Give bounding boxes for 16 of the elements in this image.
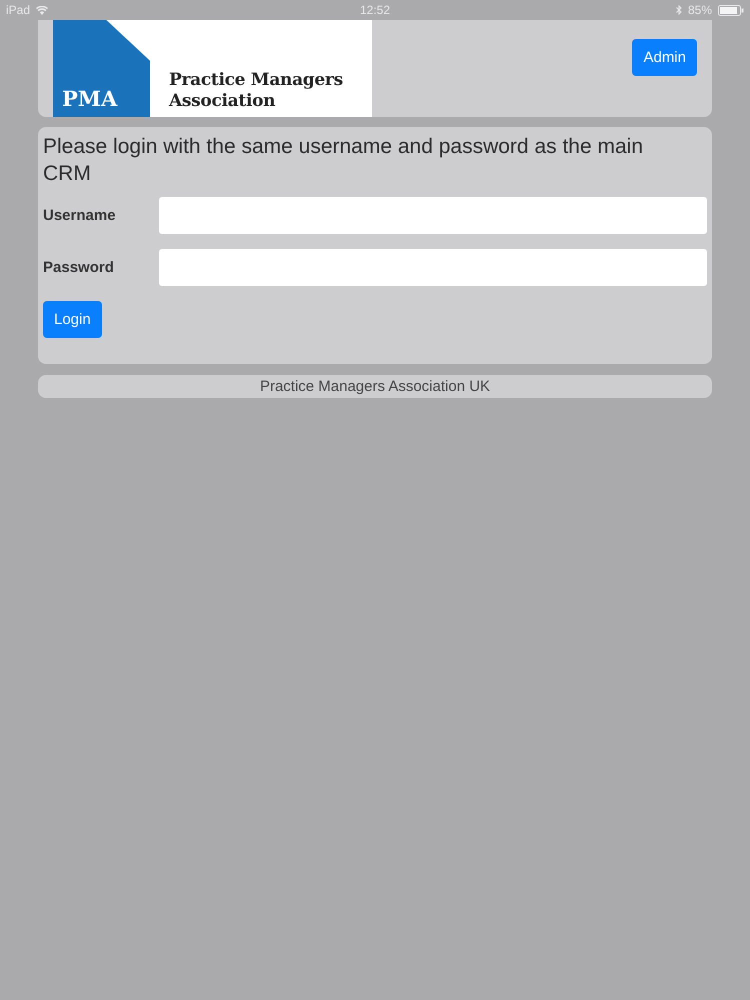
bluetooth-icon xyxy=(676,5,682,15)
device-name: iPad xyxy=(6,3,30,17)
input-field[interactable] xyxy=(159,197,707,234)
clock-time: 12:52 xyxy=(358,3,392,17)
login-prompt: Please login with the same username and password as the main CRM xyxy=(43,134,644,187)
wifi-icon xyxy=(36,6,48,14)
admin-button[interactable]: Admin xyxy=(632,39,697,76)
field-label: Username xyxy=(43,207,117,224)
battery-percent: 85% xyxy=(688,3,712,17)
input-field[interactable] xyxy=(159,249,707,286)
footer-text: Practice Managers Association UK xyxy=(260,378,490,395)
field-label: Password xyxy=(43,259,115,276)
login-button[interactable]: Login xyxy=(43,301,102,338)
logo-mark: PMA xyxy=(53,20,150,117)
logo-text: Practice Managers Association xyxy=(169,70,343,112)
battery-icon xyxy=(718,4,744,16)
